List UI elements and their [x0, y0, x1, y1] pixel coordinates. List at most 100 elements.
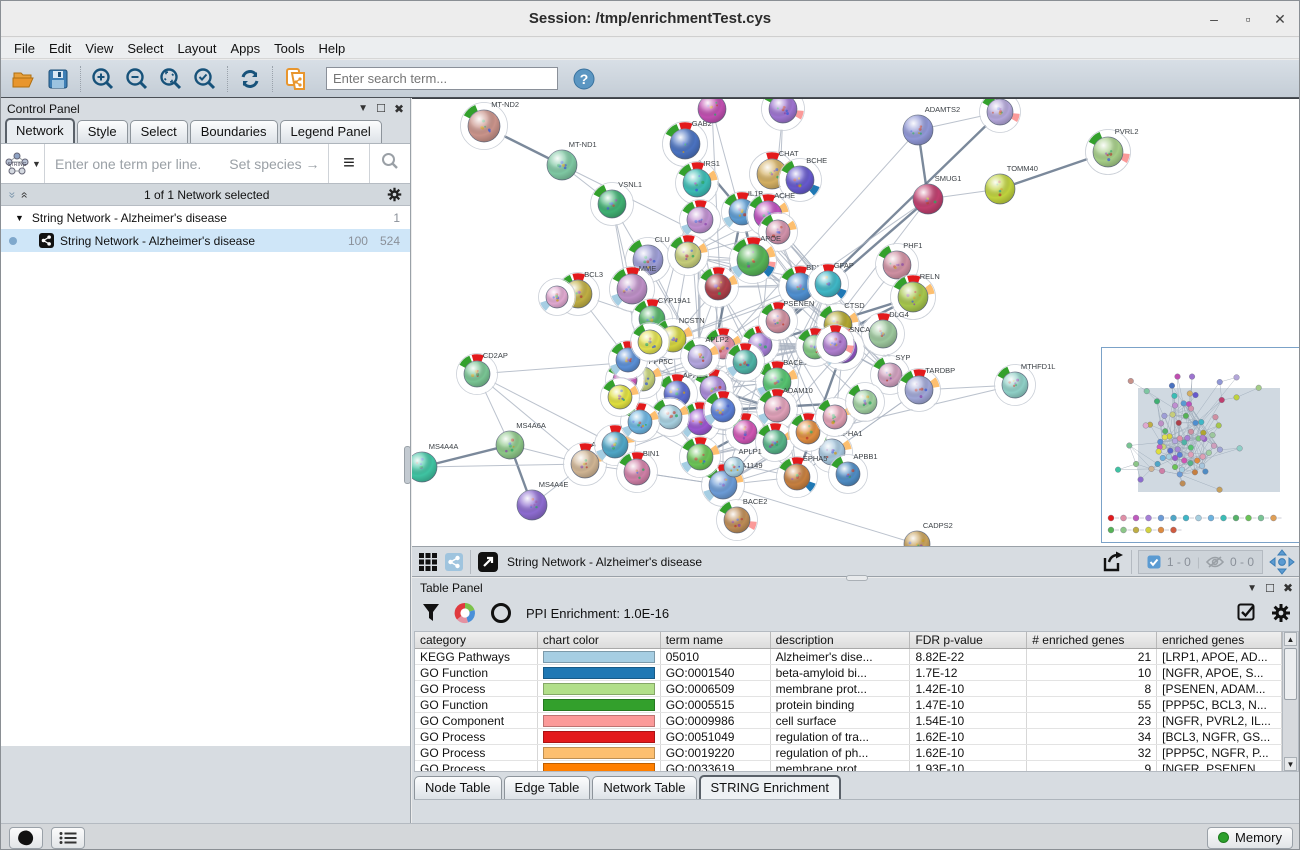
birdseye-overview-panel[interactable] — [1101, 347, 1300, 543]
network-node-mt-nd2[interactable]: MT-ND2 — [461, 100, 520, 150]
chart-settings-icon[interactable] — [454, 602, 476, 624]
network-node[interactable] — [846, 383, 885, 422]
export-icon[interactable] — [1101, 550, 1125, 574]
menu-select[interactable]: Select — [120, 38, 170, 59]
grid-icon[interactable] — [418, 552, 438, 572]
selected-checkbox-icon[interactable] — [1147, 555, 1161, 569]
cytoscape-logo-button[interactable] — [9, 827, 43, 849]
navigator-icon[interactable] — [1269, 549, 1295, 575]
table-row[interactable]: GO FunctionGO:0005515protein binding1.47… — [415, 697, 1282, 713]
network-node-vsnl1[interactable]: VSNL1 — [591, 180, 643, 226]
network-tree-row[interactable]: ▼String Network - Alzheimer's disease1 — [1, 206, 410, 229]
network-node[interactable] — [631, 323, 670, 362]
network-node-cd2ap[interactable]: CD2AP — [457, 351, 508, 395]
string-query-placeholder[interactable]: Enter one term per line. — [45, 156, 201, 172]
column-header-chart-color[interactable]: chart color — [538, 632, 661, 648]
enrichment-table[interactable]: categorychart colorterm namedescriptionF… — [414, 631, 1282, 772]
network-node[interactable] — [668, 235, 709, 276]
zoom-fit-button[interactable] — [155, 64, 187, 94]
panel-close-icon[interactable]: ✖ — [1283, 581, 1293, 595]
gear-icon[interactable] — [1271, 603, 1291, 623]
search-input[interactable] — [326, 67, 558, 90]
network-node[interactable] — [762, 99, 805, 131]
memory-button[interactable]: Memory — [1207, 827, 1293, 849]
network-node[interactable] — [816, 325, 855, 364]
network-node-mt-nd1[interactable]: MT-ND1 — [547, 140, 597, 180]
tab-node-table[interactable]: Node Table — [414, 776, 502, 799]
filter-icon[interactable] — [422, 603, 440, 623]
panel-close-icon[interactable]: ✖ — [394, 102, 404, 116]
network-node-bace2[interactable]: BACE2 — [717, 497, 768, 541]
menu-edit[interactable]: Edit — [42, 38, 78, 59]
menu-apps[interactable]: Apps — [224, 38, 268, 59]
scroll-thumb[interactable] — [1284, 648, 1297, 700]
tab-edge-table[interactable]: Edge Table — [504, 776, 591, 799]
network-node[interactable] — [726, 343, 765, 382]
copy-network-button[interactable] — [279, 64, 311, 94]
table-row[interactable]: KEGG Pathways05010Alzheimer's dise...8.8… — [415, 649, 1282, 665]
save-session-button[interactable] — [42, 64, 74, 94]
zoom-selected-button[interactable] — [189, 64, 221, 94]
panel-float-icon[interactable]: ☐ — [376, 102, 386, 115]
maximize-button[interactable]: ▫ — [1237, 9, 1259, 29]
scroll-down-arrow[interactable]: ▼ — [1284, 757, 1297, 771]
menu-tools[interactable]: Tools — [267, 38, 311, 59]
column-header--enriched-genes[interactable]: # enriched genes — [1027, 632, 1157, 648]
network-node-epha5[interactable]: EPHA5 — [777, 454, 828, 498]
table-scrollbar[interactable]: ▲ ▼ — [1282, 631, 1299, 772]
network-node[interactable] — [698, 99, 726, 123]
menu-help[interactable]: Help — [312, 38, 353, 59]
network-canvas[interactable]: MT-ND2MT-ND1VSNL1GAB2ADAMTS2PVRL2TOMM40S… — [412, 98, 1300, 546]
network-tree-row[interactable]: String Network - Alzheimer's disease100 … — [1, 229, 410, 252]
network-node-mthfd1l[interactable]: MTHFD1L — [995, 362, 1056, 406]
column-header-category[interactable]: category — [415, 632, 538, 648]
table-row[interactable]: GO ProcessGO:0051049regulation of tra...… — [415, 729, 1282, 745]
column-header-FDR-p-value[interactable]: FDR p-value — [910, 632, 1027, 648]
menu-view[interactable]: View — [78, 38, 120, 59]
zoom-in-button[interactable] — [87, 64, 119, 94]
menu-layout[interactable]: Layout — [170, 38, 223, 59]
network-node-ms4a6a[interactable]: MS4A6A — [496, 421, 546, 459]
tree-expand-icon[interactable]: ▼ — [15, 213, 24, 223]
column-header-term-name[interactable]: term name — [661, 632, 771, 648]
string-logo[interactable]: STRING ▼ — [1, 144, 45, 183]
string-search-button[interactable] — [370, 151, 410, 177]
hidden-eye-icon[interactable] — [1206, 555, 1224, 569]
network-node[interactable] — [680, 437, 721, 478]
share-view-icon[interactable] — [444, 552, 464, 572]
expand-all-icon[interactable]: » — [16, 191, 30, 198]
zoom-out-button[interactable] — [121, 64, 153, 94]
table-row[interactable]: GO ProcessGO:0006509membrane prot...1.42… — [415, 681, 1282, 697]
tab-legend-panel[interactable]: Legend Panel — [280, 120, 382, 143]
detach-view-icon[interactable] — [477, 551, 499, 573]
network-node-adamts2[interactable]: ADAMTS2 — [903, 105, 960, 145]
panel-menu-icon[interactable]: ▼ — [358, 103, 368, 114]
tab-network[interactable]: Network — [5, 118, 75, 143]
panel-float-icon[interactable]: ☐ — [1265, 582, 1275, 595]
panel-splitter-handle[interactable] — [404, 446, 411, 484]
task-list-button[interactable] — [51, 827, 85, 849]
menu-file[interactable]: File — [7, 38, 42, 59]
refresh-button[interactable] — [234, 64, 266, 94]
table-row[interactable]: GO ProcessGO:0019220regulation of ph...1… — [415, 745, 1282, 761]
table-row[interactable]: GO ComponentGO:0009986cell surface1.54E-… — [415, 713, 1282, 729]
tab-style[interactable]: Style — [77, 120, 128, 143]
network-node-smug1[interactable]: SMUG1 — [913, 174, 961, 214]
column-header-description[interactable]: description — [771, 632, 911, 648]
network-node-ms4a4a[interactable]: MS4A4A — [412, 442, 458, 482]
ring-chart-icon[interactable] — [490, 602, 512, 624]
string-options-button[interactable]: ≡ — [329, 152, 369, 175]
network-node[interactable] — [698, 267, 739, 308]
network-node-irs1[interactable]: IRS1 — [676, 159, 720, 205]
help-button[interactable]: ? — [568, 64, 600, 94]
tab-boundaries[interactable]: Boundaries — [190, 120, 278, 143]
network-node[interactable] — [539, 279, 576, 316]
network-node-cadps2[interactable]: CADPS2 — [904, 521, 953, 546]
network-node-pvrl2[interactable]: PVRL2 — [1086, 127, 1139, 175]
close-button[interactable]: ✕ — [1269, 9, 1291, 29]
open-file-button[interactable] — [8, 64, 40, 94]
species-selector[interactable]: Set species → — [229, 156, 319, 172]
tab-select[interactable]: Select — [130, 120, 188, 143]
select-columns-icon[interactable] — [1237, 603, 1257, 623]
tab-network-table[interactable]: Network Table — [592, 776, 696, 799]
